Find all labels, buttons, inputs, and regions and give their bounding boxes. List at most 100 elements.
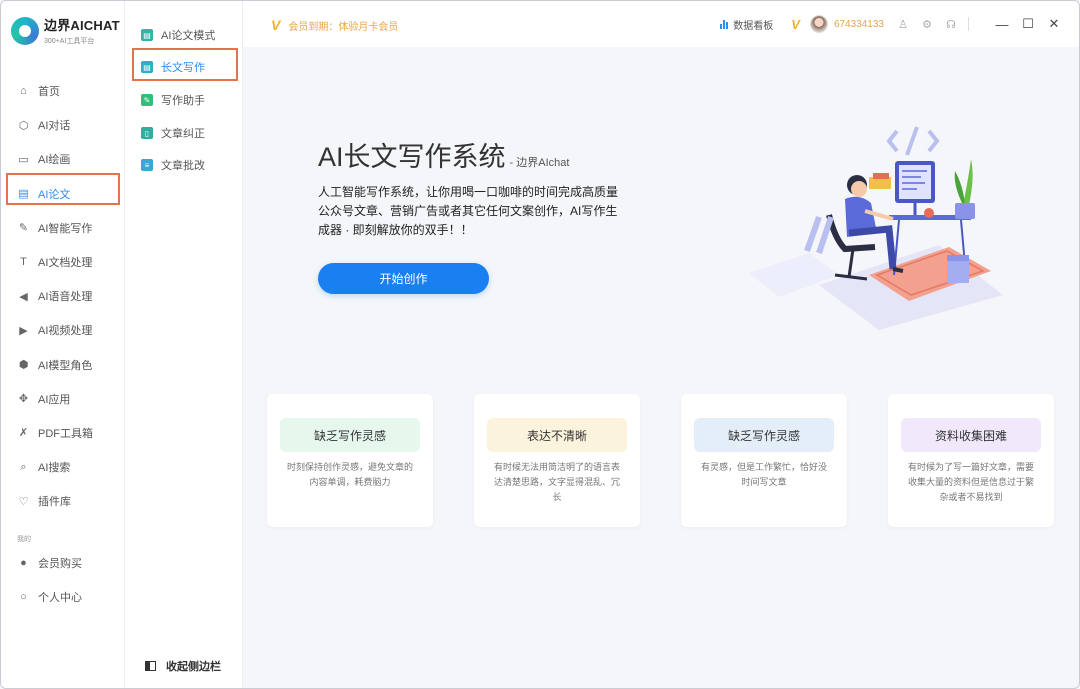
cube-icon: ⬡ xyxy=(18,119,29,132)
card-tag: 表达不清晰 xyxy=(487,418,627,452)
sidebar-collapse-icon xyxy=(145,661,156,671)
hero-brand: - 边界AIchat xyxy=(509,157,570,169)
sidebar-item-label: AI绘画 xyxy=(38,154,71,167)
feature-card: 表达不清晰 有时候无法用简洁明了的语言表达清楚思路，文字显得混乱、冗长 xyxy=(474,394,640,527)
sidebar-item-ai-search[interactable]: ⌕ AI搜索 xyxy=(1,450,125,484)
sub-sidebar: ▤ AI论文模式 ▤ 长文写作 ✎ 写作助手 ▯ 文章纠正 ≡ 文章批改 收起侧边栏 xyxy=(125,1,243,688)
card-description: 有灵感，但是工作繁忙，恰好没时间写文章 xyxy=(700,462,827,487)
text-icon: T xyxy=(20,256,27,269)
checklist-icon: ≡ xyxy=(141,159,153,171)
sidebar-item-label: AI对话 xyxy=(38,120,71,133)
highlight-box-long-writing xyxy=(132,48,238,81)
cubes-icon: ⬢ xyxy=(18,359,29,372)
my-section-label: 我的 xyxy=(17,536,31,543)
sidebar-item-ai-model-role[interactable]: ⬢ AI模型角色 xyxy=(1,348,125,382)
vip-icon[interactable]: V xyxy=(791,17,800,32)
sidebar-item-pdf-tools[interactable]: ✗ PDF工具箱 xyxy=(1,416,125,450)
sidebar-item-ai-apps[interactable]: ✥ AI应用 xyxy=(1,382,125,416)
sidebar-item-label: AI应用 xyxy=(38,393,71,406)
subnav-item-article-review[interactable]: ≡ 文章批改 xyxy=(141,157,205,173)
divider xyxy=(968,17,969,31)
speaker-icon: ◀ xyxy=(19,290,28,303)
feature-card: 缺乏写作灵感 时刻保持创作灵感，避免文章的内容单调，耗费脑力 xyxy=(267,394,433,527)
card-tag: 缺乏写作灵感 xyxy=(280,418,420,452)
subnav-item-label: 文章批改 xyxy=(161,160,205,172)
user-icon: ● xyxy=(20,557,27,570)
sidebar-item-home[interactable]: ⌂ 首页 xyxy=(1,74,125,108)
logo-icon xyxy=(11,16,39,45)
bar-chart-icon xyxy=(720,19,729,29)
main-nav: ⌂ 首页 ⬡ AI对话 ▭ AI绘画 ▤ AI论文 ✎ AI智能写作 T AI文档处理 ◀ A… xyxy=(1,74,125,518)
hero-description: 人工智能写作系统，让你用喝一口咖啡的时间完成高质量公众号文章、营销广告或者其它任… xyxy=(318,185,619,237)
vip-badge-icon: V xyxy=(271,17,281,33)
card-description: 有时候无法用简洁明了的语言表达清楚思路，文字显得混乱、冗长 xyxy=(493,462,620,502)
book-icon: ▯ xyxy=(141,127,153,139)
sidebar-item-label: AI文档处理 xyxy=(38,257,93,270)
sidebar-item-label: AI语音处理 xyxy=(38,291,93,304)
subnav-item-paper-mode[interactable]: ▤ AI论文模式 xyxy=(141,27,215,43)
card-description: 有时候为了写一篇好文章，需要收集大量的资料但是信息过于繁杂或者不易找到 xyxy=(907,462,1034,502)
subnav-item-label: AI论文模式 xyxy=(161,30,216,42)
sidebar-item-membership[interactable]: ● 会员购买 xyxy=(1,546,125,580)
settings-icon[interactable]: ⚙ xyxy=(920,17,934,31)
sidebar-item-label: AI模型角色 xyxy=(38,359,93,372)
logo-subtitle: 300+AI工具平台 xyxy=(44,38,95,45)
quill-icon: ✎ xyxy=(141,94,153,106)
home-icon: ⌂ xyxy=(20,85,27,98)
sidebar-item-label: 个人中心 xyxy=(38,592,82,605)
subnav-item-writing-assistant[interactable]: ✎ 写作助手 xyxy=(141,92,205,108)
sidebar-item-ai-video[interactable]: ▶ AI视频处理 xyxy=(1,313,125,347)
sidebar-item-ai-chat[interactable]: ⬡ AI对话 xyxy=(1,108,125,142)
page-title: AI长文写作系统 xyxy=(318,142,506,172)
sidebar-item-profile[interactable]: ○ 个人中心 xyxy=(1,580,125,614)
avatar[interactable] xyxy=(809,15,828,33)
card-description: 时刻保持创作灵感，避免文章的内容单调，耗费脑力 xyxy=(286,462,413,487)
sidebar-item-ai-painting[interactable]: ▭ AI绘画 xyxy=(1,142,125,176)
vip-status[interactable]: V 会员到期：体验月卡会员 xyxy=(271,17,398,33)
app-logo[interactable]: 边界AICHAT 300+AI工具平台 xyxy=(11,15,120,46)
sidebar-item-ai-document[interactable]: T AI文档处理 xyxy=(1,245,125,279)
highlight-box-ai-paper xyxy=(6,173,120,205)
user-outline-icon: ○ xyxy=(20,591,27,604)
card-tag: 资料收集困难 xyxy=(901,418,1041,452)
sidebar-item-label: 插件库 xyxy=(38,496,71,509)
headset-icon[interactable]: ☊ xyxy=(944,17,958,31)
feature-card: 缺乏写作灵感 有灵感，但是工作繁忙，恰好没时间写文章 xyxy=(681,394,847,527)
document-icon: ▤ xyxy=(141,29,153,41)
wrench-icon: ✗ xyxy=(18,427,29,440)
sidebar-item-label: AI搜索 xyxy=(38,462,71,475)
collapse-sidebar-button[interactable]: 收起侧边栏 xyxy=(145,658,221,674)
sidebar-item-plugins[interactable]: ♡ 插件库 xyxy=(1,484,125,518)
sidebar-item-label: AI视频处理 xyxy=(38,325,93,338)
subnav-item-article-correction[interactable]: ▯ 文章纠正 xyxy=(141,125,205,141)
my-nav: ● 会员购买 ○ 个人中心 xyxy=(1,546,125,614)
start-creating-button[interactable]: 开始创作 xyxy=(318,263,489,294)
dashboard-button[interactable]: 数据看板 xyxy=(720,17,773,32)
user-id[interactable]: 674334133 xyxy=(834,19,884,30)
apps-icon: ✥ xyxy=(18,393,29,406)
dashboard-label: 数据看板 xyxy=(733,20,774,32)
pen-icon: ✎ xyxy=(18,222,29,235)
feature-card: 资料收集困难 有时候为了写一篇好文章，需要收集大量的资料但是信息过于繁杂或者不易… xyxy=(888,394,1054,527)
subnav-item-label: 文章纠正 xyxy=(161,128,205,140)
sidebar-item-label: PDF工具箱 xyxy=(38,427,93,440)
search-icon: ⌕ xyxy=(20,460,27,473)
maximize-button[interactable]: ☐ xyxy=(1021,16,1035,32)
minimize-button[interactable]: — xyxy=(995,17,1009,32)
image-icon: ▭ xyxy=(18,153,29,166)
bulb-icon: ♡ xyxy=(18,495,29,508)
shirt-icon[interactable]: ♙ xyxy=(896,17,910,31)
logo-title: 边界AICHAT xyxy=(44,18,120,33)
play-icon: ▶ xyxy=(19,324,28,337)
main-sidebar: 边界AICHAT 300+AI工具平台 ⌂ 首页 ⬡ AI对话 ▭ AI绘画 ▤ AI论… xyxy=(1,1,125,688)
writer-illustration xyxy=(749,126,1003,330)
close-button[interactable]: ✕ xyxy=(1047,16,1061,32)
sidebar-item-label: 首页 xyxy=(38,86,60,99)
sidebar-item-label: 会员购买 xyxy=(38,558,82,571)
sidebar-item-ai-voice[interactable]: ◀ AI语音处理 xyxy=(1,279,125,313)
top-bar: V 会员到期：体验月卡会员 数据看板 V 674334133 ♙ ⚙ ☊ — ☐… xyxy=(243,1,1079,47)
app-window: 边界AICHAT 300+AI工具平台 ⌂ 首页 ⬡ AI对话 ▭ AI绘画 ▤ AI论… xyxy=(0,0,1080,689)
card-tag: 缺乏写作灵感 xyxy=(694,418,834,452)
sidebar-item-ai-writing[interactable]: ✎ AI智能写作 xyxy=(1,211,125,245)
hero-title-row: AI长文写作系统 - 边界AIchat xyxy=(318,135,569,174)
